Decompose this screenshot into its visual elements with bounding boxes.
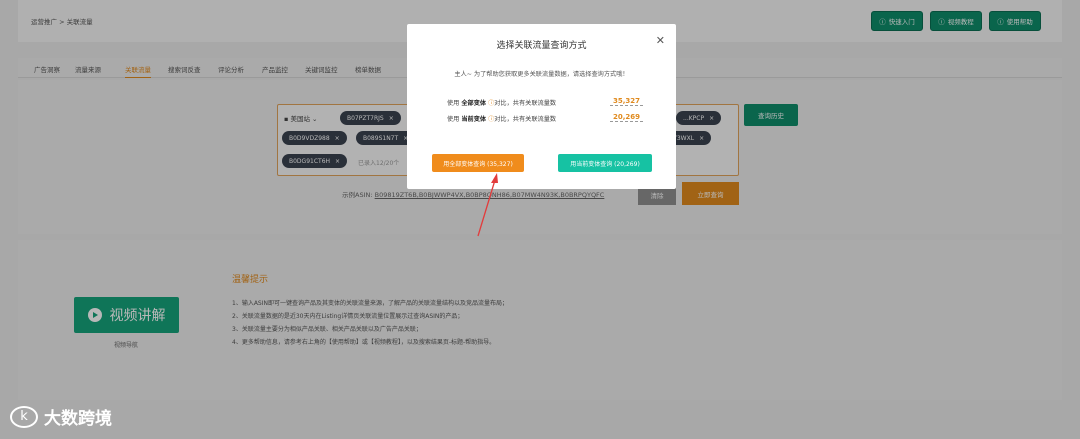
brand-mark-icon: k — [10, 405, 38, 428]
watermark-text: 大数跨境 — [44, 409, 112, 429]
watermark-logo: k 大数跨境 — [10, 404, 112, 429]
annotation-arrow — [477, 173, 498, 237]
